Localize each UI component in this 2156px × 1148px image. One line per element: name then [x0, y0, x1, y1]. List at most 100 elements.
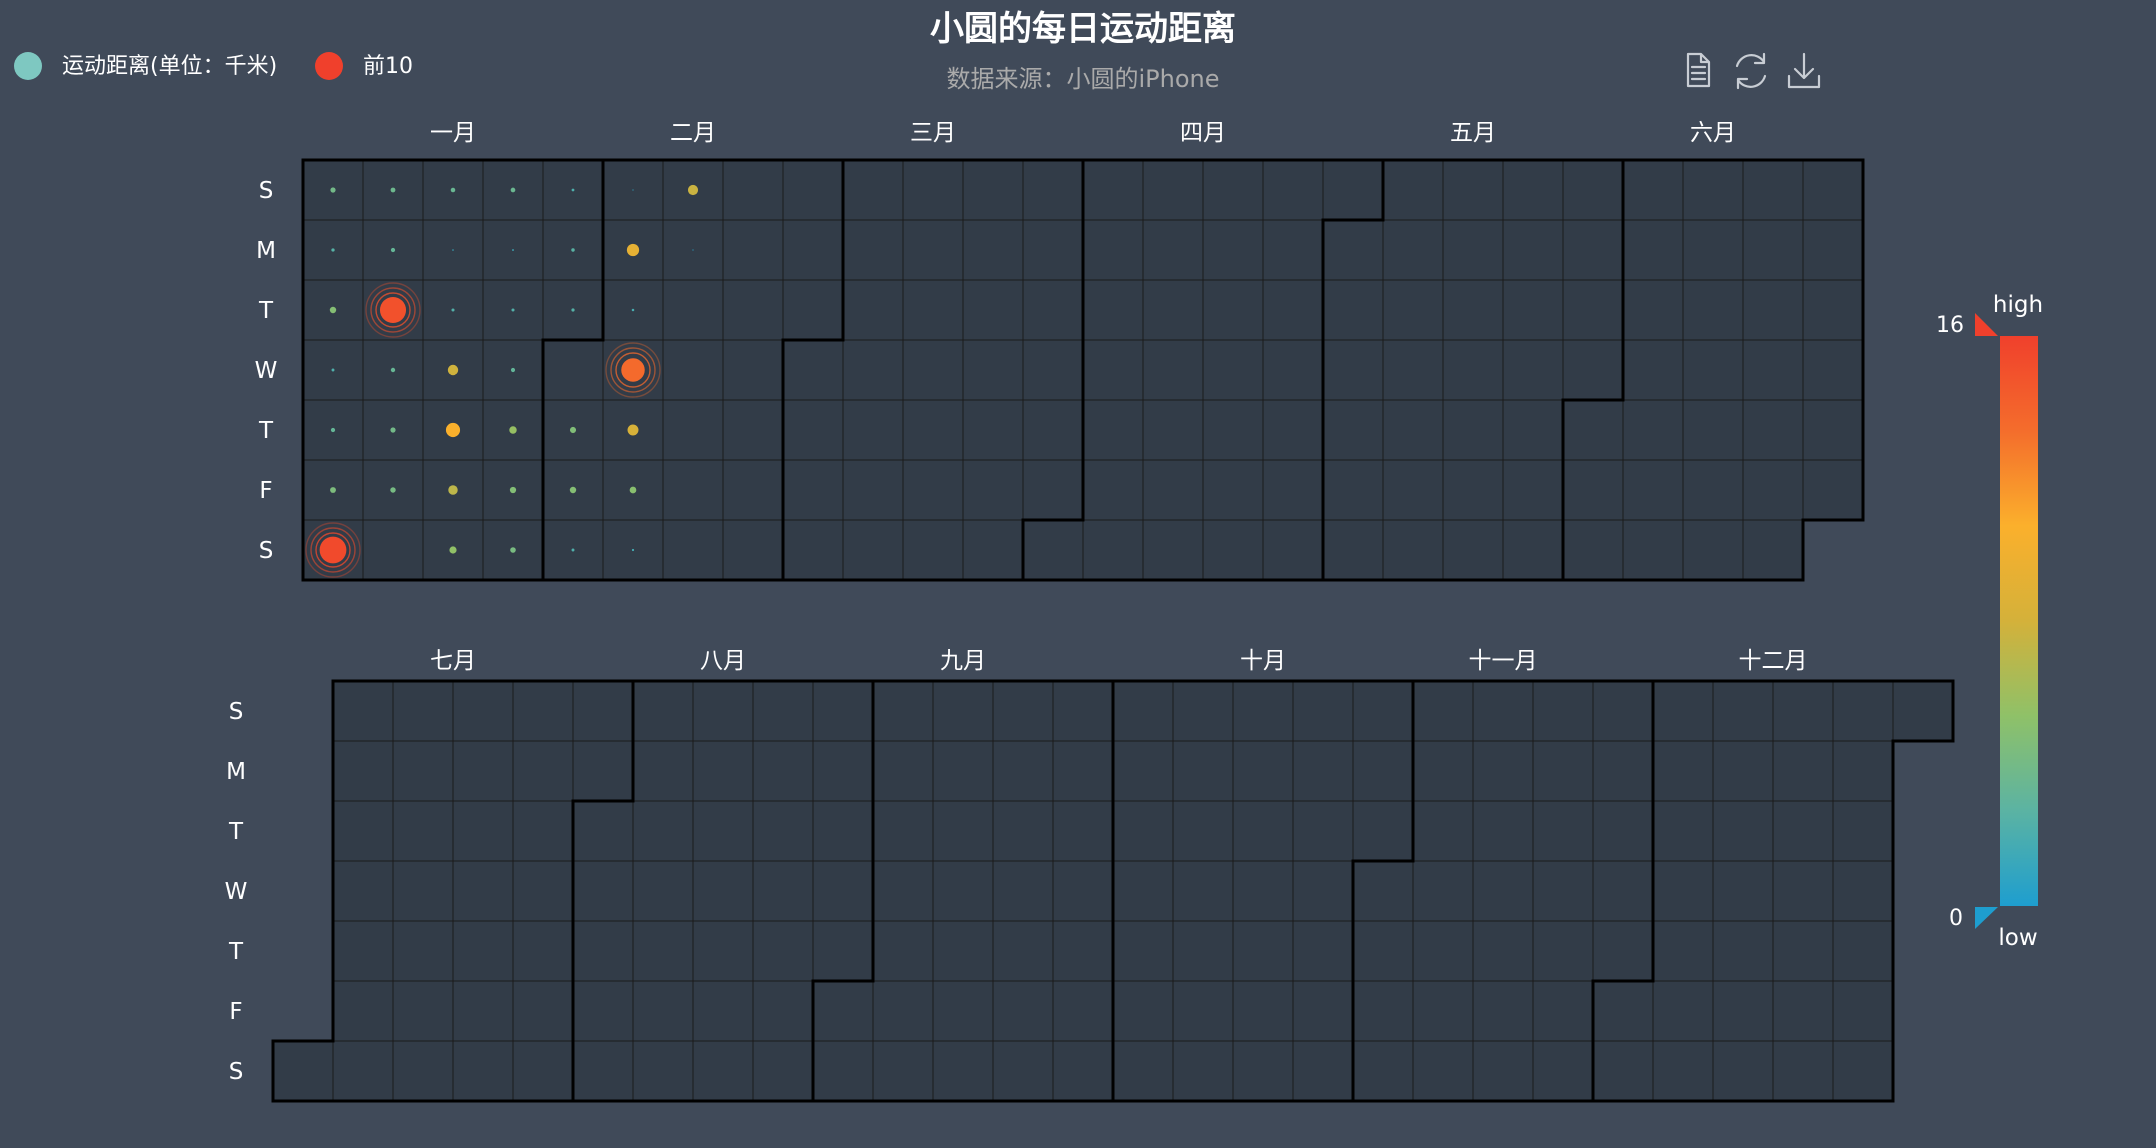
calendar-cell[interactable]: [1652, 980, 1714, 1042]
calendar-cell[interactable]: [902, 519, 964, 581]
calendar-cell[interactable]: [1592, 860, 1654, 922]
calendar-cell[interactable]: [452, 920, 514, 982]
calendar-cell[interactable]: [1652, 920, 1714, 982]
calendar-cell[interactable]: [1172, 980, 1234, 1042]
calendar-cell[interactable]: [1262, 279, 1324, 341]
calendar-cell[interactable]: [1322, 459, 1384, 521]
calendar-cell[interactable]: [782, 159, 844, 221]
calendar-cell[interactable]: [1832, 680, 1894, 742]
calendar-cell[interactable]: [1562, 159, 1624, 221]
calendar-cell[interactable]: [1322, 159, 1384, 221]
calendar-cell[interactable]: [1592, 680, 1654, 742]
calendar-cell[interactable]: [512, 980, 574, 1042]
data-point[interactable]: [629, 486, 637, 494]
calendar-cell[interactable]: [1742, 339, 1804, 401]
calendar-cell[interactable]: [1442, 279, 1504, 341]
calendar-cell[interactable]: [812, 860, 874, 922]
data-point[interactable]: [390, 187, 396, 193]
calendar-cell[interactable]: [1712, 740, 1774, 802]
calendar-cell[interactable]: [1172, 860, 1234, 922]
legend-item-top10[interactable]: 前10: [315, 52, 413, 80]
calendar-cell[interactable]: [1352, 920, 1414, 982]
calendar-cell[interactable]: [1652, 860, 1714, 922]
calendar-cell[interactable]: [782, 339, 844, 401]
calendar-cell[interactable]: [1742, 459, 1804, 521]
calendar-cell[interactable]: [1082, 459, 1144, 521]
calendar-cell[interactable]: [272, 1040, 334, 1102]
calendar-cell[interactable]: [812, 920, 874, 982]
calendar-cell[interactable]: [1232, 1040, 1294, 1102]
calendar-cell[interactable]: [962, 339, 1024, 401]
data-point[interactable]: [569, 486, 577, 494]
calendar-cell[interactable]: [332, 740, 394, 802]
calendar-cell[interactable]: [542, 339, 604, 401]
calendar-cell[interactable]: [1502, 219, 1564, 281]
calendar-cell[interactable]: [1712, 860, 1774, 922]
calendar-cell[interactable]: [1022, 279, 1084, 341]
calendar-cell[interactable]: [1262, 519, 1324, 581]
calendar-cell[interactable]: [332, 980, 394, 1042]
calendar-cell[interactable]: [1142, 519, 1204, 581]
calendar-cell[interactable]: [1832, 1040, 1894, 1102]
calendar-cell[interactable]: [1442, 399, 1504, 461]
calendar-cell[interactable]: [1142, 459, 1204, 521]
restore-icon[interactable]: [1732, 52, 1770, 90]
calendar-cell[interactable]: [1592, 920, 1654, 982]
calendar-cell[interactable]: [872, 980, 934, 1042]
calendar-cell[interactable]: [1592, 740, 1654, 802]
top10-point[interactable]: [379, 296, 407, 324]
calendar-cell[interactable]: [932, 680, 994, 742]
calendar-cell[interactable]: [662, 459, 724, 521]
data-point[interactable]: [626, 243, 640, 257]
data-point[interactable]: [571, 248, 575, 252]
calendar-cell[interactable]: [1172, 680, 1234, 742]
calendar-cell[interactable]: [572, 740, 634, 802]
calendar-cell[interactable]: [1442, 219, 1504, 281]
calendar-cell[interactable]: [1142, 339, 1204, 401]
calendar-cell[interactable]: [632, 1040, 694, 1102]
calendar-cell[interactable]: [1202, 219, 1264, 281]
calendar-cell[interactable]: [1352, 980, 1414, 1042]
data-point[interactable]: [390, 487, 396, 493]
calendar-cell[interactable]: [1892, 680, 1954, 742]
calendar-cell[interactable]: [722, 219, 784, 281]
calendar-cell[interactable]: [722, 279, 784, 341]
calendar-cell[interactable]: [452, 860, 514, 922]
calendar-cell[interactable]: [662, 279, 724, 341]
calendar-cell[interactable]: [662, 339, 724, 401]
calendar-cell[interactable]: [1142, 159, 1204, 221]
calendar-cell[interactable]: [1682, 399, 1744, 461]
calendar-cell[interactable]: [1262, 459, 1324, 521]
data-view-icon[interactable]: [1685, 52, 1719, 88]
calendar-cell[interactable]: [1382, 459, 1444, 521]
calendar-cell[interactable]: [332, 680, 394, 742]
calendar-cell[interactable]: [1382, 159, 1444, 221]
calendar-cell[interactable]: [512, 740, 574, 802]
calendar-cell[interactable]: [872, 800, 934, 862]
calendar-cell[interactable]: [1082, 279, 1144, 341]
calendar-cell[interactable]: [512, 1040, 574, 1102]
data-point[interactable]: [390, 427, 396, 433]
data-point[interactable]: [509, 486, 517, 494]
calendar-cell[interactable]: [1412, 680, 1474, 742]
calendar-cell[interactable]: [842, 339, 904, 401]
calendar-cell[interactable]: [902, 459, 964, 521]
calendar-cell[interactable]: [1532, 980, 1594, 1042]
calendar-cell[interactable]: [782, 399, 844, 461]
data-point[interactable]: [510, 547, 516, 553]
calendar-cell[interactable]: [1472, 800, 1534, 862]
calendar-cell[interactable]: [632, 800, 694, 862]
calendar-cell[interactable]: [932, 800, 994, 862]
calendar-cell[interactable]: [872, 920, 934, 982]
calendar-cell[interactable]: [842, 519, 904, 581]
calendar-cell[interactable]: [842, 459, 904, 521]
calendar-cell[interactable]: [1742, 399, 1804, 461]
calendar-cell[interactable]: [1472, 680, 1534, 742]
calendar-cell[interactable]: [1292, 800, 1354, 862]
calendar-cell[interactable]: [1382, 399, 1444, 461]
calendar-cell[interactable]: [1382, 339, 1444, 401]
calendar-cell[interactable]: [962, 399, 1024, 461]
calendar-cell[interactable]: [452, 740, 514, 802]
save-image-icon[interactable]: [1786, 52, 1822, 90]
calendar-cell[interactable]: [752, 740, 814, 802]
